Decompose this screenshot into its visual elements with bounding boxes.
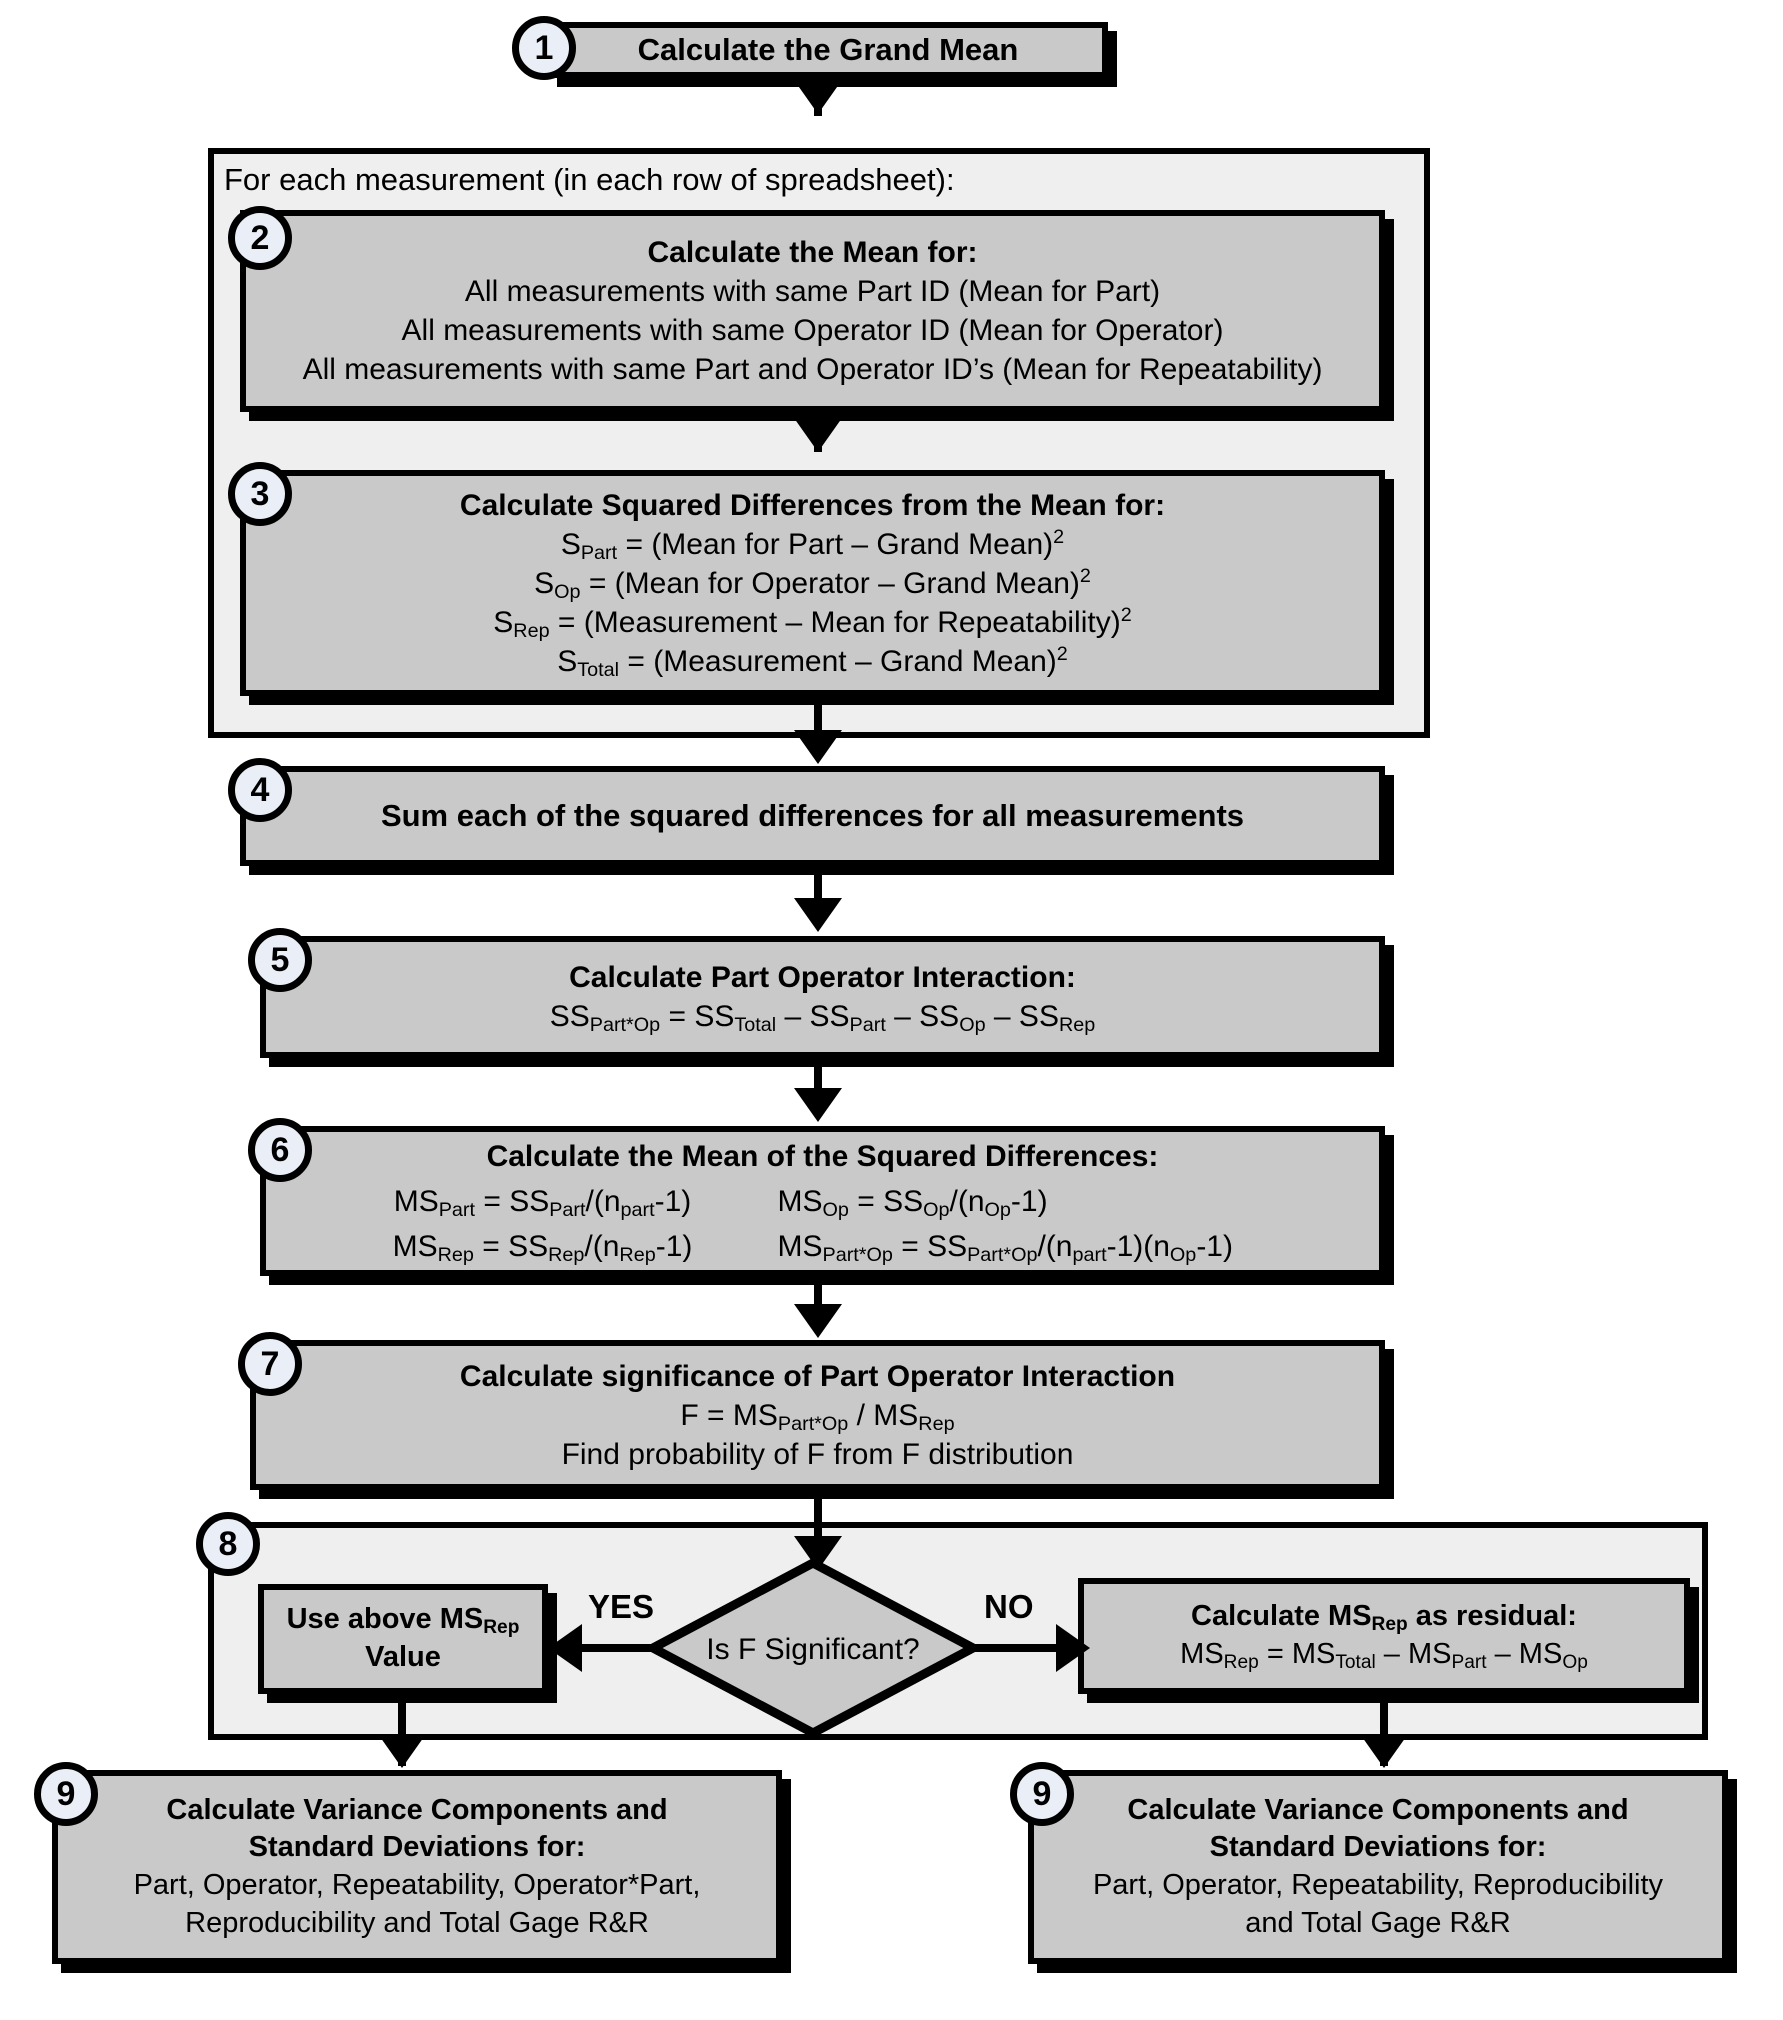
step-9-right-body-1: Part, Operator, Repeatability, Reproduci… (1092, 1869, 1664, 1901)
arrowhead-4-to-5 (794, 898, 842, 932)
step-3-formula-1: SPart = (Mean for Part – Grand Mean)2 (560, 525, 1065, 564)
step-3-formula-2: SOp = (Mean for Operator – Grand Mean)2 (534, 564, 1091, 603)
step-6-formula-4: MSPart*Op = SSPart*Op/(npart-1)(nOp-1) (777, 1229, 1233, 1266)
arrowhead-5-to-6 (794, 1088, 842, 1122)
step-7-note: Find probability of F from F distributio… (561, 1437, 1074, 1471)
decision-diamond[interactable]: Is F Significant? (648, 1558, 978, 1738)
step-9-right-header-1: Calculate Variance Components and (1127, 1793, 1629, 1826)
arrowhead-2-to-3 (794, 418, 842, 452)
step-3-formula-4: STotal = (Measurement – Grand Mean)2 (557, 642, 1068, 681)
step-8-yes-line-1: Use above MSRep (286, 1603, 520, 1639)
step-1-box[interactable]: Calculate the Grand Mean (548, 22, 1108, 78)
step-9-right-box[interactable]: Calculate Variance Components and Standa… (1028, 1770, 1728, 1964)
step-7-badge: 7 (238, 1332, 302, 1396)
step-4-header: Sum each of the squared differences for … (380, 797, 1245, 833)
step-5-badge: 5 (248, 928, 312, 992)
step-8-yes-line-2: Value (365, 1641, 441, 1673)
step-6-formula-2: MSOp = SSOp/(nOp-1) (777, 1184, 1048, 1221)
for-each-measurement-label: For each measurement (in each row of spr… (224, 162, 955, 197)
arrowhead-9left (378, 1734, 426, 1768)
step-6-header: Calculate the Mean of the Squared Differ… (486, 1139, 1159, 1173)
step-7-header: Calculate significance of Part Operator … (459, 1359, 1176, 1393)
step-3-formula-3: SRep = (Measurement – Mean for Repeatabi… (493, 603, 1132, 642)
step-8-no-header: Calculate MSRep as residual: (1191, 1600, 1577, 1636)
step-5-box[interactable]: Calculate Part Operator Interaction: SSP… (260, 936, 1385, 1058)
step-6-badge: 6 (248, 1118, 312, 1182)
step-1-badge: 1 (512, 16, 576, 80)
step-2-line-1: All measurements with same Part ID (Mean… (464, 275, 1161, 308)
arrowhead-9right (1360, 1734, 1408, 1768)
step-4-badge: 4 (228, 758, 292, 822)
no-label: NO (984, 1588, 1034, 1625)
step-7-formula: F = MSPart*Op / MSRep (680, 1398, 955, 1435)
step-9-right-badge: 9 (1010, 1762, 1074, 1826)
decision-label: Is F Significant? (706, 1633, 920, 1666)
step-5-formula: SSPart*Op = SSTotal – SSPart – SSOp – SS… (549, 1000, 1096, 1036)
step-2-header: Calculate the Mean for: (647, 236, 978, 269)
connector-yes (570, 1644, 660, 1652)
step-9-left-box[interactable]: Calculate Variance Components and Standa… (52, 1770, 782, 1964)
flowchart-canvas: Calculate the Grand Mean 1 For each meas… (0, 0, 1783, 2020)
connector-no (966, 1644, 1066, 1652)
step-6-formula-1: MSPart = SSPart/(npart-1) (393, 1184, 692, 1221)
step-4-box[interactable]: Sum each of the squared differences for … (240, 766, 1385, 866)
step-2-box[interactable]: Calculate the Mean for: All measurements… (240, 210, 1385, 412)
step-9-left-body-2: Reproducibility and Total Gage R&R (185, 1906, 649, 1939)
arrowhead-yes (548, 1624, 582, 1672)
arrowhead-no (1056, 1624, 1090, 1672)
step-2-badge: 2 (228, 206, 292, 270)
step-3-header: Calculate Squared Differences from the M… (459, 488, 1166, 522)
step-8-no-formula: MSRep = MSTotal – MSPart – MSOp (1180, 1638, 1588, 1673)
yes-label: YES (588, 1588, 655, 1625)
step-7-box[interactable]: Calculate significance of Part Operator … (250, 1340, 1385, 1490)
step-8-badge: 8 (196, 1512, 260, 1576)
step-3-badge: 3 (228, 462, 292, 526)
step-2-line-2: All measurements with same Operator ID (… (401, 314, 1224, 347)
step-9-right-header-2: Standard Deviations for: (1209, 1831, 1547, 1864)
step-9-left-header-1: Calculate Variance Components and (166, 1793, 668, 1826)
step-6-box[interactable]: Calculate the Mean of the Squared Differ… (260, 1126, 1385, 1276)
step-9-left-badge: 9 (34, 1762, 98, 1826)
step-1-header: Calculate the Grand Mean (637, 31, 1019, 67)
step-2-line-3: All measurements with same Part and Oper… (302, 353, 1323, 386)
step-8-no-box[interactable]: Calculate MSRep as residual: MSRep = MST… (1078, 1578, 1690, 1694)
step-8-yes-box[interactable]: Use above MSRep Value (258, 1584, 548, 1694)
step-9-left-header-2: Standard Deviations for: (248, 1831, 586, 1864)
arrowhead-3-to-4 (794, 730, 842, 764)
arrowhead-1-to-2 (794, 80, 842, 114)
step-9-right-body-2: and Total Gage R&R (1245, 1906, 1511, 1939)
step-5-header: Calculate Part Operator Interaction: (569, 961, 1076, 994)
step-6-formula-3: MSRep = SSRep/(nRep-1) (392, 1229, 693, 1266)
step-9-left-body-1: Part, Operator, Repeatability, Operator*… (133, 1869, 701, 1901)
arrowhead-6-to-7 (794, 1304, 842, 1338)
step-6-formula-grid: MSPart = SSPart/(npart-1) MSOp = SSOp/(n… (308, 1182, 1338, 1266)
step-3-box[interactable]: Calculate Squared Differences from the M… (240, 470, 1385, 696)
